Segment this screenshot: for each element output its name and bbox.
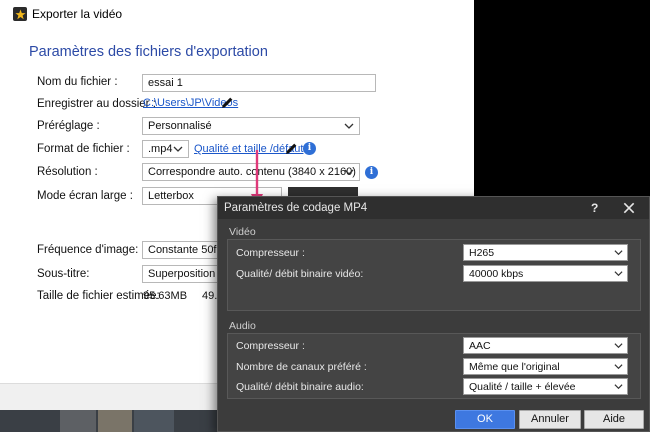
star-icon bbox=[13, 7, 27, 21]
preset-select[interactable]: Personnalisé bbox=[142, 117, 360, 135]
filename-input[interactable]: essai 1 bbox=[142, 74, 376, 92]
framerate-select[interactable]: Constante 50fps bbox=[142, 241, 222, 259]
filesize-value: 95.63MB bbox=[143, 290, 188, 302]
video-thumbnail bbox=[98, 410, 132, 432]
window-titlebar: Exporter la vidéo bbox=[0, 0, 474, 30]
chevron-down-icon bbox=[614, 250, 623, 256]
audio-quality-value: Qualité / taille + élevée bbox=[469, 381, 576, 393]
video-bitrate-label: Qualité/ débit binaire vidéo: bbox=[236, 268, 364, 280]
ok-button[interactable]: OK bbox=[455, 410, 515, 429]
audio-quality-label: Qualité/ débit binaire audio: bbox=[236, 381, 364, 393]
video-bitrate-select[interactable]: 40000 kbps bbox=[463, 265, 628, 282]
chevron-down-icon bbox=[614, 271, 623, 277]
chevron-down-icon bbox=[614, 364, 623, 370]
preset-value: Personnalisé bbox=[148, 120, 212, 132]
pencil-icon[interactable] bbox=[221, 96, 234, 109]
cancel-button[interactable]: Annuler bbox=[519, 410, 581, 429]
info-icon[interactable]: i bbox=[303, 142, 316, 155]
framerate-value: Constante 50fps bbox=[148, 244, 222, 256]
chevron-down-icon bbox=[614, 343, 623, 349]
video-thumbnail bbox=[134, 410, 174, 432]
filename-label: Nom du fichier : bbox=[37, 76, 118, 88]
help-icon[interactable]: ? bbox=[591, 201, 598, 215]
widescreen-value: Letterbox bbox=[148, 190, 194, 202]
chevron-down-icon bbox=[344, 123, 354, 129]
audio-quality-select[interactable]: Qualité / taille + élevée bbox=[463, 378, 628, 395]
folder-label: Enregistrer au dossier : bbox=[37, 98, 156, 110]
audio-channels-value: Même que l'original bbox=[469, 361, 560, 373]
audio-group-label: Audio bbox=[229, 320, 256, 332]
dialog-title: Paramètres de codage MP4 bbox=[224, 202, 368, 214]
audio-channels-label: Nombre de canaux préféré : bbox=[236, 361, 367, 373]
window-title: Exporter la vidéo bbox=[32, 7, 123, 21]
video-bitrate-value: 40000 kbps bbox=[469, 268, 524, 280]
video-thumbnail bbox=[60, 410, 96, 432]
format-select[interactable]: .mp4 bbox=[142, 140, 189, 158]
info-icon[interactable]: i bbox=[365, 166, 378, 179]
preset-label: Préréglage : bbox=[37, 120, 100, 132]
format-value: .mp4 bbox=[148, 143, 173, 155]
audio-compressor-label: Compresseur : bbox=[236, 340, 305, 352]
help-button[interactable]: Aide bbox=[584, 410, 644, 429]
dialog-titlebar: Paramètres de codage MP4 ? bbox=[218, 197, 649, 219]
codec-settings-dialog: Paramètres de codage MP4 ? Vidéo Compres… bbox=[217, 196, 650, 432]
audio-compressor-value: AAC bbox=[469, 340, 491, 352]
section-title: Paramètres des fichiers d'exportation bbox=[29, 44, 268, 60]
chevron-down-icon bbox=[614, 384, 623, 390]
video-compressor-label: Compresseur : bbox=[236, 247, 305, 259]
video-compressor-select[interactable]: H265 bbox=[463, 244, 628, 261]
chevron-down-icon bbox=[344, 169, 354, 175]
video-group-label: Vidéo bbox=[229, 226, 256, 238]
subtitle-value: Superposition bbox=[148, 268, 216, 280]
audio-compressor-select[interactable]: AAC bbox=[463, 337, 628, 354]
filesize-label: Taille de fichier estimée: bbox=[37, 290, 160, 302]
pencil-icon[interactable] bbox=[285, 142, 298, 155]
subtitle-label: Sous-titre: bbox=[37, 268, 90, 280]
resolution-label: Résolution : bbox=[37, 166, 98, 178]
format-label: Format de fichier : bbox=[37, 143, 130, 155]
chevron-down-icon bbox=[173, 146, 183, 152]
widescreen-label: Mode écran large : bbox=[37, 190, 133, 202]
subtitle-select[interactable]: Superposition bbox=[142, 265, 222, 283]
video-compressor-value: H265 bbox=[469, 247, 495, 259]
audio-channels-select[interactable]: Même que l'original bbox=[463, 358, 628, 375]
close-icon[interactable] bbox=[622, 201, 636, 215]
framerate-label: Fréquence d'image: bbox=[37, 244, 139, 256]
